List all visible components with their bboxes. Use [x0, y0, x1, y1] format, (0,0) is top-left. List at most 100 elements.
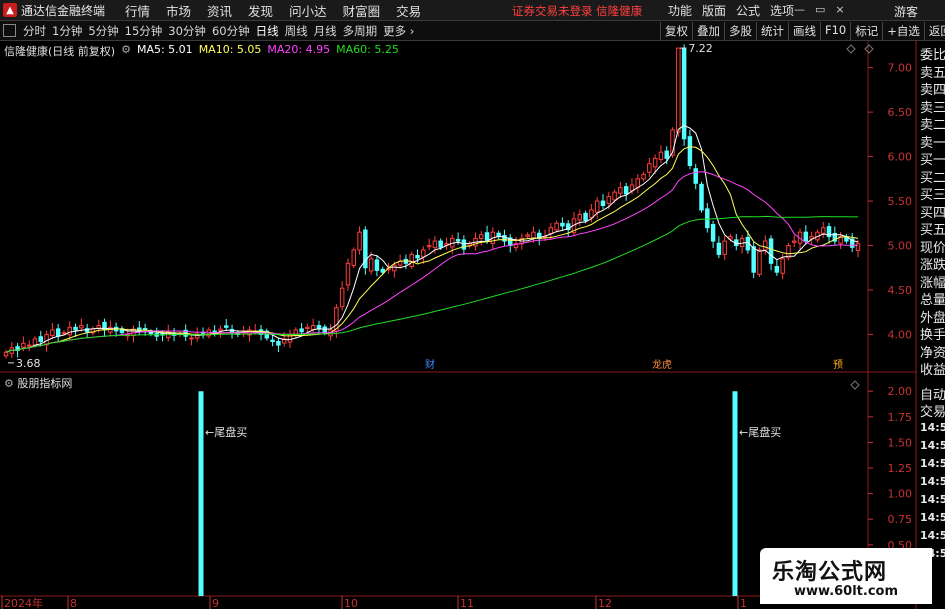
candle-body: [305, 326, 310, 330]
maximize-icon[interactable]: ▭: [815, 3, 825, 16]
period-tab[interactable]: 月线: [311, 23, 340, 39]
side-panel-label[interactable]: 卖二: [920, 114, 945, 133]
side-panel-label[interactable]: 买二: [920, 167, 945, 186]
xaxis-label: 12: [598, 597, 612, 609]
period-tab[interactable]: 分时: [20, 23, 49, 39]
right-menu-item[interactable]: 功能: [663, 2, 697, 19]
side-panel-label[interactable]: 委比: [920, 44, 945, 63]
indicator-tick-label: 0.75: [888, 513, 913, 526]
quote-side-panel: 委比 卖五 卖四 卖三 卖二 卖一 买一 买二 买三 买四 买五 现价 涨跌 涨幅 总量 外盘 换手 净资 收益 自动…: [917, 41, 945, 609]
xaxis-label: 9: [212, 597, 219, 609]
candle-body: [479, 234, 484, 239]
side-panel-label[interactable]: 换手: [920, 324, 945, 343]
side-panel-label[interactable]: 现价: [920, 237, 945, 256]
candle-body: [374, 259, 380, 271]
menu-item[interactable]: 交易: [388, 1, 429, 20]
side-panel-label[interactable]: 交易: [920, 401, 945, 420]
candle-body: [658, 151, 664, 160]
candle-body: [641, 173, 646, 180]
period-tab[interactable]: 多周期: [340, 23, 381, 39]
toolbar-button[interactable]: 标记: [850, 22, 882, 40]
toolbar-button[interactable]: +自选: [882, 22, 924, 40]
side-panel-label[interactable]: 卖三: [920, 97, 945, 116]
toolbar-button[interactable]: 多股: [724, 22, 756, 40]
menu-item[interactable]: 行情: [117, 1, 158, 20]
xaxis-label: 8: [70, 597, 77, 609]
price-tick-label: 5.50: [888, 195, 913, 208]
candle-body: [589, 209, 594, 218]
minimize-icon[interactable]: —: [794, 3, 805, 16]
indicator-tick-label: 1.00: [888, 488, 913, 501]
side-panel-label[interactable]: 外盘: [920, 307, 945, 326]
candle-body: [299, 328, 304, 333]
menu-item[interactable]: 财富圈: [335, 1, 389, 20]
signal-bar: [198, 391, 204, 596]
close-icon[interactable]: ×: [835, 3, 844, 16]
right-menu-item[interactable]: 版面: [697, 2, 731, 19]
period-toolbar: 分时 1分钟 5分钟 15分钟 30分钟 60分钟 日线 周线 月线 多周期 更多 › 复权 叠加 多股…: [0, 21, 945, 41]
price-tick-label: 6.50: [888, 106, 913, 119]
candle-body: [461, 239, 467, 250]
user-label[interactable]: 游客: [894, 3, 918, 20]
period-tab[interactable]: 周线: [282, 23, 311, 39]
side-panel-label[interactable]: 买一: [920, 149, 945, 168]
period-tab[interactable]: 日线: [253, 23, 282, 39]
candle-body: [79, 325, 84, 329]
candle-body: [55, 328, 61, 337]
settings-icon[interactable]: ⚙: [121, 43, 131, 59]
toolbar-button[interactable]: F10: [820, 22, 850, 40]
price-tick-label: 6.00: [888, 151, 913, 164]
menu-item[interactable]: 问小达: [281, 1, 335, 20]
candle-body: [218, 328, 223, 332]
side-panel-label[interactable]: 卖一: [920, 132, 945, 151]
candle-body: [357, 231, 362, 251]
candle-body: [560, 222, 565, 227]
event-marker: 预: [833, 359, 843, 371]
toolbar-button[interactable]: 叠加: [692, 22, 724, 40]
candle-body: [438, 240, 443, 248]
period-tab[interactable]: 5分钟: [85, 23, 121, 39]
toolbar-button[interactable]: 返回: [923, 22, 945, 40]
side-panel-label[interactable]: 买四: [920, 202, 945, 221]
candle-body: [351, 249, 356, 266]
trade-time: 14:56: [920, 439, 945, 452]
panel-toggle-button[interactable]: [3, 24, 16, 37]
candle-body: [368, 258, 374, 272]
toolbar-button[interactable]: 统计: [756, 22, 788, 40]
login-notice[interactable]: 证券交易未登录 信隆健康: [512, 3, 642, 19]
period-tab[interactable]: 更多 ›: [380, 23, 417, 39]
side-panel-label[interactable]: 涨幅: [920, 272, 945, 291]
stock-header: 信隆健康(日线 前复权) ⚙ MA5: 5.01 MA10: 5.05 MA20: …: [4, 43, 399, 59]
candle-body: [96, 325, 101, 329]
candle-body: [270, 339, 275, 343]
signal-bar: [732, 391, 738, 596]
candle-body: [44, 333, 49, 346]
side-panel-label[interactable]: 总量: [920, 289, 945, 308]
toolbar-button[interactable]: 复权: [660, 22, 692, 40]
side-panel-label[interactable]: 卖五: [920, 62, 945, 81]
menu-item[interactable]: 发现: [240, 1, 281, 20]
app-title: 通达信金融终端: [21, 3, 106, 18]
period-tab[interactable]: 30分钟: [165, 23, 209, 39]
settings-icon[interactable]: ⚙: [4, 377, 14, 390]
period-tab[interactable]: 60分钟: [209, 23, 253, 39]
toolbar-button[interactable]: 画线: [788, 22, 820, 40]
period-tab[interactable]: 1分钟: [49, 23, 85, 39]
side-panel-label[interactable]: 涨跌: [920, 254, 945, 273]
kline-chart[interactable]: 4.00 4.50 5.00 5.50 6.00 6.50 7.00 7.22 3.68 财 龙虎 预…: [0, 41, 917, 609]
side-panel-label[interactable]: 买五: [920, 219, 945, 238]
side-panel-label[interactable]: 净资: [920, 342, 945, 361]
watermark-url: www.60lt.com: [794, 584, 899, 599]
side-panel-label[interactable]: 收益: [920, 359, 945, 378]
side-panel-label[interactable]: 卖四: [920, 79, 945, 98]
candle-body: [531, 231, 536, 239]
period-tab[interactable]: 15分钟: [122, 23, 166, 39]
side-panel-label[interactable]: 买三: [920, 184, 945, 203]
trade-time: 14:56: [920, 421, 945, 434]
right-menu-item[interactable]: 公式: [731, 2, 765, 19]
candle-body: [687, 136, 693, 166]
menu-item[interactable]: 资讯: [199, 1, 240, 20]
candle-body: [600, 200, 606, 206]
candle-body: [484, 232, 490, 241]
menu-item[interactable]: 市场: [158, 1, 199, 20]
